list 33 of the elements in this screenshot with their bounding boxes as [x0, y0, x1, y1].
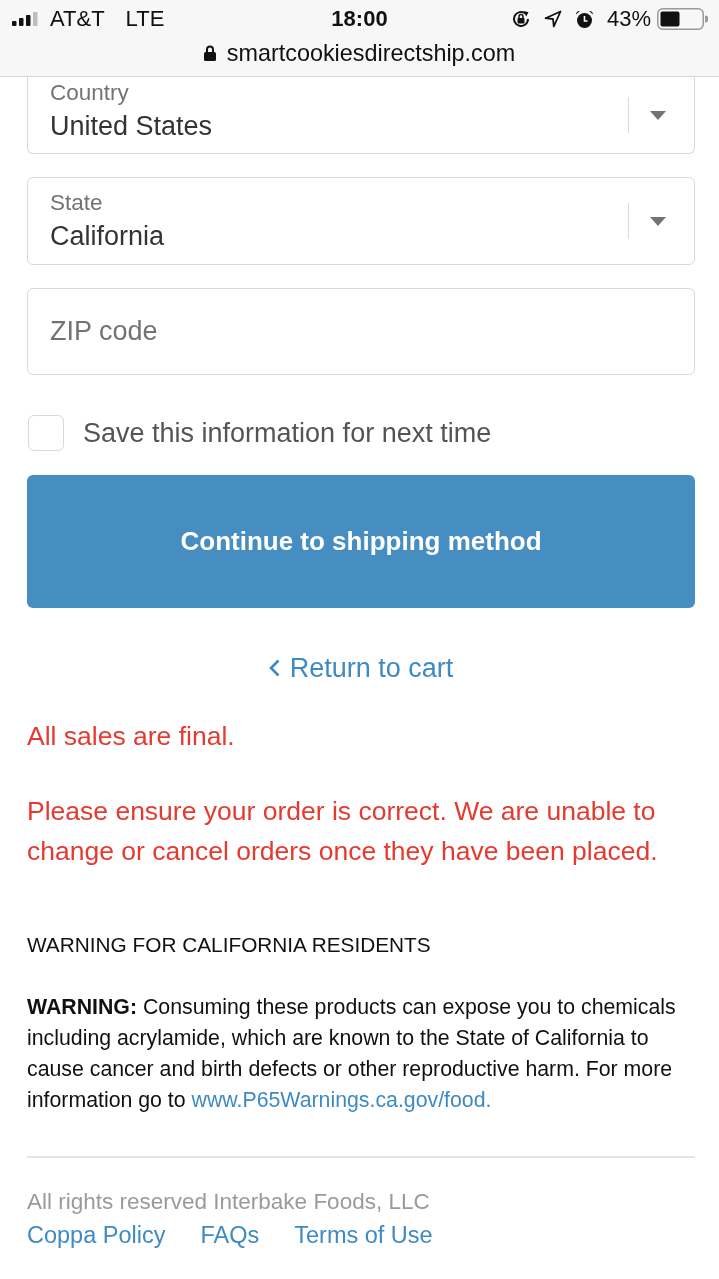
footer-link[interactable]: Coppa Policy	[27, 1219, 166, 1251]
checkbox[interactable]	[28, 415, 64, 451]
page-url[interactable]: smartcookiesdirectship.com	[226, 39, 516, 67]
caret-icon	[650, 110, 666, 120]
field-value: United States	[50, 110, 214, 143]
field-value: California	[50, 220, 166, 253]
carrier-name: AT&T	[50, 6, 105, 32]
p65-link[interactable]: www.P65Warnings.ca.gov/food.	[191, 1088, 492, 1112]
notice-text: Please ensure your order is correct. We are unable to change or cancel orders once they have been placed.	[27, 795, 659, 868]
footer-link[interactable]: FAQs	[200, 1219, 260, 1251]
battery-percent: 43%	[606, 6, 651, 32]
battery-icon	[657, 8, 708, 30]
select-field[interactable]: Country United States	[27, 77, 695, 154]
location-arrow-icon	[543, 10, 562, 28]
field-label: State	[50, 189, 104, 216]
alarm-clock-icon	[574, 9, 594, 29]
rotation-lock-icon	[510, 9, 531, 29]
footer-link[interactable]: Terms of Use	[294, 1219, 433, 1251]
warning-text: WARNING: Consuming these products can expose you to chemicals including acrylamide, which are known to the State of California to cause cancer and birth defects or other reproductive harm. For more information go to www.P65Warnings.ca.gov/food.	[27, 994, 677, 1114]
field-label: Country	[50, 79, 130, 106]
input-field[interactable]: ZIP code	[27, 288, 695, 375]
caret-icon	[650, 216, 666, 226]
checkbox-label[interactable]: Save this information for next time	[83, 416, 492, 450]
warning-heading: WARNING FOR CALIFORNIA RESIDENTS	[27, 932, 432, 958]
chevron-left-icon	[268, 659, 280, 677]
copyright-text: All rights reserved Interbake Foods, LLC	[27, 1188, 431, 1216]
signal-icon	[12, 12, 38, 26]
notice-text: All sales are final.	[27, 720, 236, 753]
clock-time: 18:00	[331, 6, 388, 32]
continue-button[interactable]: Continue to shipping method	[27, 475, 695, 608]
select-field[interactable]: State California	[27, 177, 695, 265]
return-to-cart-link[interactable]: Return to cart	[268, 652, 454, 684]
network-type: LTE	[125, 6, 165, 32]
